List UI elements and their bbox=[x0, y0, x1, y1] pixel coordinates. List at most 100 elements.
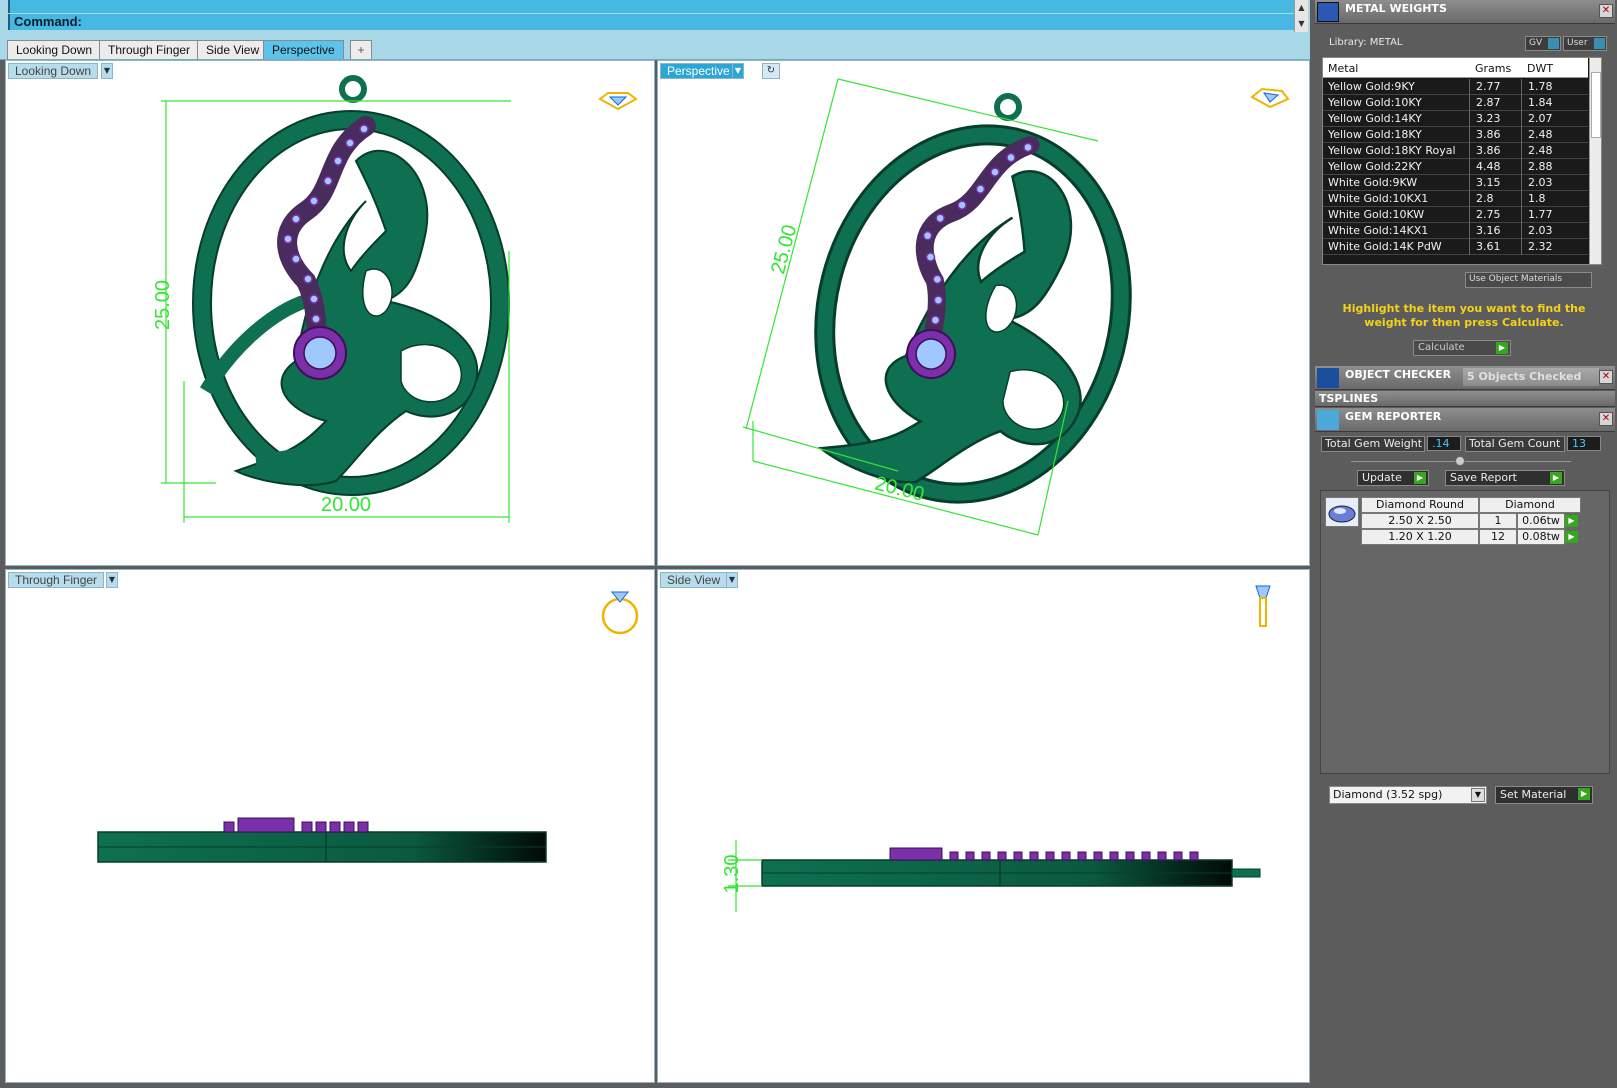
table-cell: 2.88 bbox=[1528, 160, 1553, 173]
collapse-handle[interactable] bbox=[1455, 456, 1465, 466]
table-header: Metal Grams DWT bbox=[1323, 58, 1588, 78]
table-cell: 1.78 bbox=[1528, 80, 1553, 93]
gem-row-cell: 12 bbox=[1479, 529, 1517, 545]
metal-weights-header: METAL WEIGHTS ✕ bbox=[1315, 0, 1615, 24]
viewport-through-finger[interactable]: Through Finger ▼ bbox=[5, 569, 655, 1083]
table-cell: 2.48 bbox=[1528, 144, 1553, 157]
checkmark-icon bbox=[1317, 368, 1339, 388]
close-icon[interactable]: ✕ bbox=[1599, 412, 1613, 426]
table-row[interactable]: Yellow Gold:9KY 2.77 1.78 bbox=[1323, 79, 1588, 95]
ring-view-icon[interactable] bbox=[601, 591, 639, 635]
table-cell: Yellow Gold:22KY bbox=[1328, 160, 1422, 173]
gem-shape-header: Diamond Round bbox=[1361, 497, 1479, 513]
panel-title: METAL WEIGHTS bbox=[1345, 2, 1447, 15]
gv-toggle[interactable]: GV bbox=[1525, 36, 1561, 51]
table-row[interactable]: White Gold:10KX1 2.8 1.8 bbox=[1323, 191, 1588, 207]
table-cell: White Gold:9KW bbox=[1328, 176, 1418, 189]
tab-perspective[interactable]: Perspective bbox=[263, 40, 344, 59]
viewport-tabs: Looking Down Through Finger Side View Pe… bbox=[0, 32, 1310, 60]
table-row[interactable]: Yellow Gold:14KY 3.23 2.07 bbox=[1323, 111, 1588, 127]
table-row[interactable]: Yellow Gold:10KY 2.87 1.84 bbox=[1323, 95, 1588, 111]
viewport-looking-down[interactable]: Looking Down ▼ 25.00 20.00 bbox=[5, 60, 655, 566]
table-cell: 2.87 bbox=[1476, 96, 1501, 109]
table-cell: White Gold:14KX1 bbox=[1328, 224, 1429, 237]
table-row[interactable]: White Gold:9KW 3.15 2.03 bbox=[1323, 175, 1588, 191]
table-cell: 2.32 bbox=[1528, 240, 1553, 253]
total-gem-count-value: 13 bbox=[1567, 436, 1601, 451]
table-cell: 1.8 bbox=[1528, 192, 1546, 205]
command-input[interactable]: Command: bbox=[8, 14, 1294, 30]
pendant-top-drawing: 25.00 20.00 bbox=[152, 75, 638, 523]
dim-height-label: 25.00 bbox=[767, 222, 801, 276]
pendant-side-drawing: 1.30 bbox=[721, 585, 1271, 912]
metal-weights-hint: Highlight the item you want to find the … bbox=[1342, 302, 1586, 329]
table-cell: 2.03 bbox=[1528, 224, 1553, 237]
right-panel: METAL WEIGHTS ✕ Library: METAL GV User M… bbox=[1315, 0, 1617, 1088]
table-cell: Yellow Gold:14KY bbox=[1328, 112, 1422, 125]
table-cell: 2.48 bbox=[1528, 128, 1553, 141]
table-row[interactable]: Yellow Gold:18KY Royal 3.86 2.48 bbox=[1323, 143, 1588, 159]
table-cell: White Gold:14K PdW bbox=[1328, 240, 1442, 253]
table-cell: 1.77 bbox=[1528, 208, 1553, 221]
tab-looking-down[interactable]: Looking Down bbox=[7, 40, 102, 59]
add-tab-button[interactable]: + bbox=[350, 40, 372, 59]
viewport-side-view[interactable]: Side View ▼ 1.30 bbox=[657, 569, 1310, 1083]
metal-weights-table[interactable]: Metal Grams DWT Yellow Gold:9KY 2.77 1.78 Y… bbox=[1322, 57, 1602, 265]
panel-title: TSPLINES bbox=[1319, 392, 1379, 405]
scroll-down-icon[interactable]: ▼ bbox=[1295, 16, 1308, 32]
column-header-dwt[interactable]: DWT bbox=[1527, 62, 1553, 75]
total-gem-weight-label: Total Gem Weight bbox=[1321, 436, 1425, 452]
viewport-perspective[interactable]: Perspective ▼ ↻ 25.00 20.00 bbox=[657, 60, 1310, 566]
rhino-matrix-window: Command: ▲ ▼ Looking Down Through Finger… bbox=[0, 0, 1617, 1088]
material-select[interactable]: Diamond (3.52 spg) ▼ bbox=[1329, 786, 1487, 804]
tsplines-header[interactable]: TSPLINES bbox=[1315, 391, 1615, 407]
save-report-button[interactable]: Save Report ▶ bbox=[1445, 470, 1565, 486]
column-header-metal[interactable]: Metal bbox=[1328, 62, 1358, 75]
library-label: Library: METAL bbox=[1329, 37, 1403, 48]
table-cell: 3.23 bbox=[1476, 112, 1501, 125]
gem-row-cell: 0.08tw bbox=[1517, 529, 1565, 545]
table-cell: 3.16 bbox=[1476, 224, 1501, 237]
metal-table-scrollbar[interactable] bbox=[1589, 58, 1601, 264]
gem-row-go-icon[interactable]: ▶ bbox=[1565, 515, 1578, 527]
close-icon[interactable]: ✕ bbox=[1599, 370, 1613, 384]
table-cell: White Gold:10KX1 bbox=[1328, 192, 1429, 205]
gem-reporter-header[interactable]: GEM REPORTER ✕ bbox=[1315, 408, 1615, 432]
set-material-button[interactable]: Set Material ▶ bbox=[1495, 786, 1593, 804]
gem-row-cell: 2.50 X 2.50 bbox=[1361, 513, 1479, 529]
scroll-up-icon[interactable]: ▲ bbox=[1295, 0, 1308, 16]
table-row[interactable]: Yellow Gold:18KY 3.86 2.48 bbox=[1323, 127, 1588, 143]
table-cell: Yellow Gold:9KY bbox=[1328, 80, 1415, 93]
table-cell: Yellow Gold:10KY bbox=[1328, 96, 1422, 109]
table-cell: 3.61 bbox=[1476, 240, 1501, 253]
update-button[interactable]: Update ▶ bbox=[1357, 470, 1429, 486]
chevron-down-icon[interactable]: ▼ bbox=[1471, 788, 1485, 802]
side-view-icon[interactable] bbox=[1255, 585, 1271, 627]
close-icon[interactable]: ✕ bbox=[1599, 4, 1613, 18]
objects-checked-status: 5 Objects Checked bbox=[1463, 368, 1599, 386]
command-scroll[interactable]: ▲ ▼ bbox=[1294, 0, 1308, 32]
table-row[interactable]: White Gold:10KW 2.75 1.77 bbox=[1323, 207, 1588, 223]
table-cell: Yellow Gold:18KY bbox=[1328, 128, 1422, 141]
tab-through-finger[interactable]: Through Finger bbox=[99, 40, 200, 59]
gem-row-cell: 1 bbox=[1479, 513, 1517, 529]
gem-row-go-icon[interactable]: ▶ bbox=[1565, 531, 1578, 543]
total-gem-weight-value: .14 bbox=[1427, 436, 1461, 451]
metal-weights-icon bbox=[1317, 2, 1339, 22]
object-checker-header[interactable]: OBJECT CHECKER 5 Objects Checked ✕ bbox=[1315, 366, 1615, 390]
gem-view-icon[interactable] bbox=[1250, 87, 1290, 109]
tab-side-view[interactable]: Side View bbox=[197, 40, 269, 59]
user-toggle[interactable]: User bbox=[1563, 36, 1607, 51]
table-row[interactable]: White Gold:14KX1 3.16 2.03 bbox=[1323, 223, 1588, 239]
calculate-button[interactable]: Calculate ▶ bbox=[1413, 340, 1511, 356]
table-row[interactable]: Yellow Gold:22KY 4.48 2.88 bbox=[1323, 159, 1588, 175]
pendant-perspective-drawing: 25.00 20.00 bbox=[742, 78, 1290, 536]
table-row[interactable]: White Gold:14K PdW 3.61 2.32 bbox=[1323, 239, 1588, 255]
table-cell: 1.84 bbox=[1528, 96, 1553, 109]
table-cell: 2.8 bbox=[1476, 192, 1494, 205]
gem-row-cell: 0.06tw bbox=[1517, 513, 1565, 529]
column-header-grams[interactable]: Grams bbox=[1475, 62, 1511, 75]
gem-view-icon[interactable] bbox=[598, 92, 638, 111]
use-object-materials-toggle[interactable]: Use Object Materials bbox=[1465, 272, 1592, 288]
table-cell: 2.07 bbox=[1528, 112, 1553, 125]
